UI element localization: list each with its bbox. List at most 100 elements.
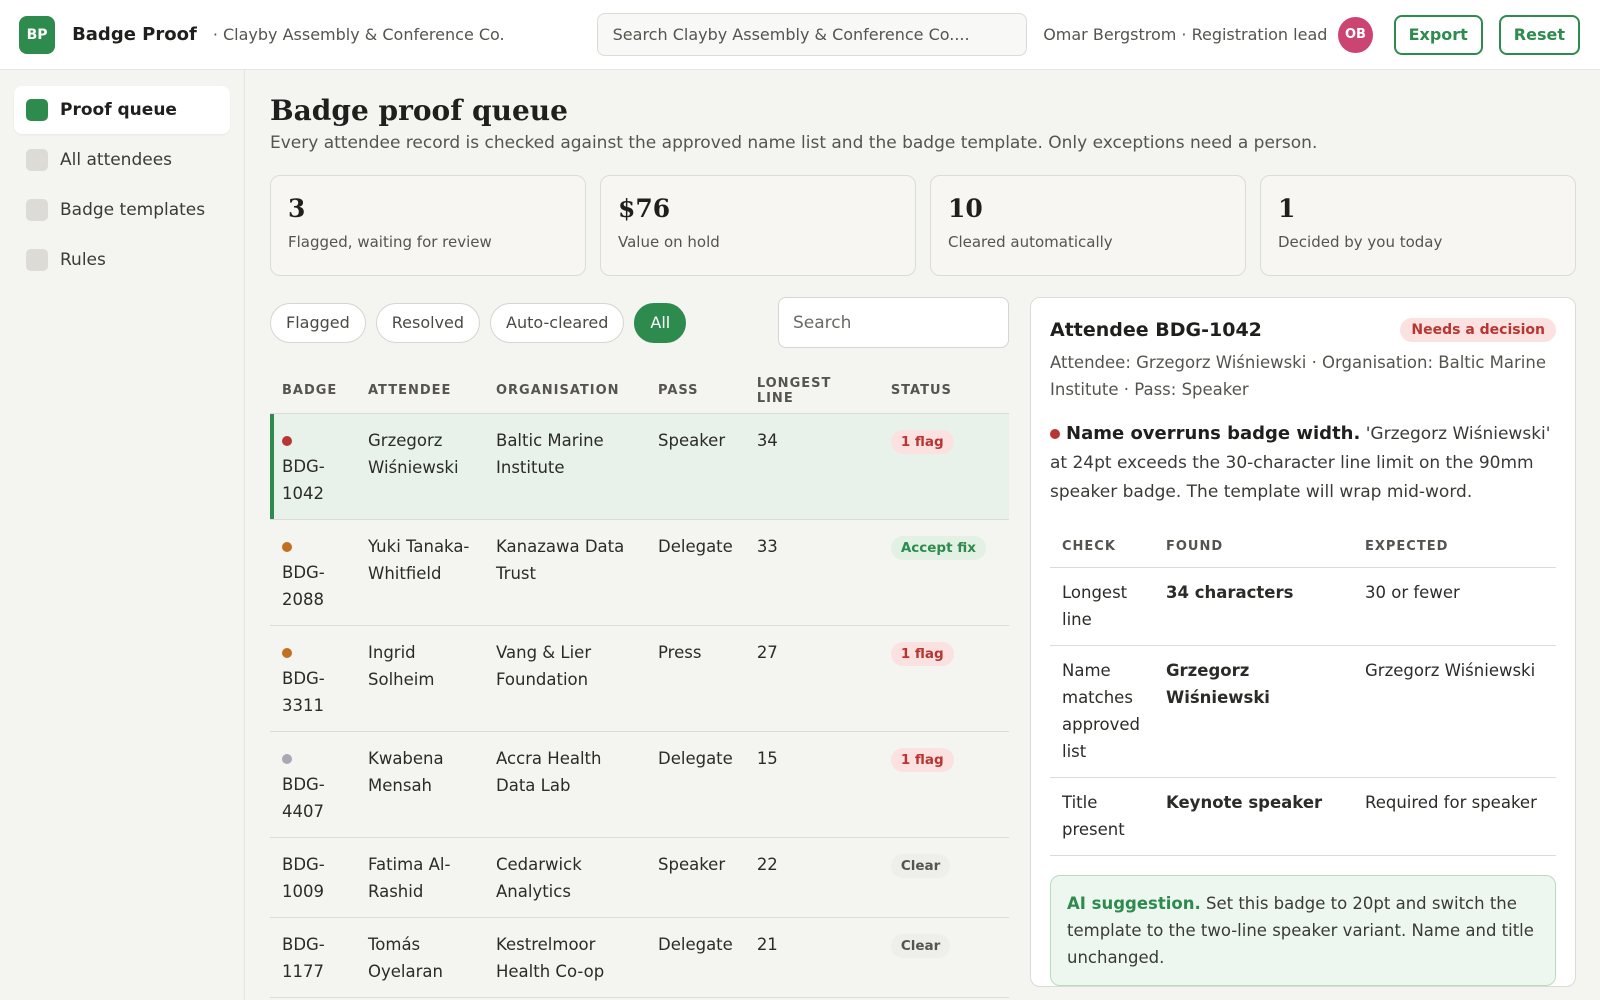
ai-suggestion: AI suggestion. Set this badge to 20pt an… [1050,874,1556,986]
stat-label: Cleared automatically [948,233,1113,251]
avatar[interactable]: OB [1338,16,1373,53]
issue-title: Name overruns badge width. [1066,423,1361,444]
check-table: CHECK FOUND EXPECTED Longest line 34 cha… [1050,527,1556,856]
status-badge: 1 flag [890,747,954,772]
sidebar-item-label: Badge templates [60,200,206,220]
status-dot-icon [282,647,292,658]
table-row[interactable]: BDG-1009 Fatima Al-Rashid Cedarwick Anal… [270,837,1009,918]
filter-chip-resolved[interactable]: Resolved [375,302,481,343]
square-icon [26,249,48,271]
longest-line-cell: 27 [744,625,879,732]
issue-dot-icon [1050,429,1060,439]
organisation-name: · Clayby Assembly & Conference Co. [212,25,505,44]
pass-cell: Speaker [646,837,745,918]
table-header-row: BADGE ATTENDEE ORGANISATION PASS LONGEST… [270,369,1009,414]
check-expected: Required for speaker [1353,777,1556,856]
suggestion-label: AI suggestion. [1067,893,1201,913]
app-logo: BP [19,15,56,54]
badge-id: BDG-1009 [282,854,325,901]
badge-id: BDG-2088 [282,562,325,609]
filter-chip-all[interactable]: All [634,302,687,343]
filter-chip-flagged[interactable]: Flagged [270,302,366,343]
reset-button[interactable]: Reset [1498,14,1580,55]
page-title: Badge proof queue [270,94,568,127]
status-badge: 1 flag [890,429,954,454]
organisation-cell: Kestrelmoor Health Co-op [484,917,646,998]
attendee-detail-panel: Attendee BDG-1042 Needs a decision Atten… [1030,297,1576,987]
status-badge: Clear [890,933,951,958]
table-row[interactable]: BDG-4407 Kwabena Mensah Accra Health Dat… [270,731,1009,838]
column-header-status[interactable]: STATUS [878,369,1009,414]
main-content: Badge proof queue Every attendee record … [245,70,1600,1000]
status-cell: Clear [878,837,1009,918]
filter-chip-auto-cleared[interactable]: Auto-cleared [490,302,625,343]
badge-cell: BDG-3311 [270,625,356,732]
sidebar-item-all-attendees[interactable]: All attendees [14,136,230,184]
column-header-pass[interactable]: PASS [646,369,745,414]
detail-title: Attendee BDG-1042 [1050,319,1262,341]
status-cell: 1 flag [878,413,1009,520]
check-found: Keynote speaker [1154,777,1353,856]
queue-search-input[interactable] [778,297,1009,348]
attendee-cell: Yuki Tanaka-Whitfield [356,519,484,626]
column-header-check: CHECK [1050,527,1154,568]
sidebar-item-rules[interactable]: Rules [14,236,230,284]
sidebar: Proof queue All attendees Badge template… [0,70,245,1000]
organisation-cell: Cedarwick Analytics [484,837,646,918]
stat-label: Value on hold [618,233,720,251]
detail-meta: Attendee: Grzegorz Wiśniewski · Organisa… [1050,353,1546,399]
sidebar-item-label: Proof queue [60,100,177,120]
check-expected: Grzegorz Wiśniewski [1353,645,1556,778]
table-row[interactable]: BDG-1042 Grzegorz Wiśniewski Baltic Mari… [270,413,1009,520]
column-header-attendee[interactable]: ATTENDEE [356,369,484,414]
stat-value: 1 [1278,194,1296,223]
sidebar-item-proof-queue[interactable]: Proof queue [14,86,230,134]
check-row: Longest line 34 characters 30 or fewer [1050,567,1556,646]
organisation-cell: Vang & Lier Foundation [484,625,646,732]
badge-id: BDG-4407 [282,774,325,821]
badge-id: BDG-1042 [282,456,325,503]
attendee-cell: Grzegorz Wiśniewski [356,413,484,520]
sidebar-item-label: All attendees [60,150,173,170]
top-bar: BP Badge Proof · Clayby Assembly & Confe… [0,0,1600,70]
proof-queue: Flagged Resolved Auto-cleared All BADGE … [270,297,1009,998]
square-icon [26,149,48,171]
column-header-longest-line[interactable]: LONGEST LINE [744,369,879,414]
square-icon [26,199,48,221]
export-button[interactable]: Export [1393,14,1483,55]
global-search-input[interactable] [596,13,1028,56]
pass-cell: Press [646,625,745,732]
status-cell: 1 flag [878,625,1009,732]
stat-value: $76 [618,194,671,223]
column-header-badge[interactable]: BADGE [270,369,356,414]
stat-card-flagged: 3 Flagged, waiting for review [270,175,586,276]
badge-cell: BDG-4407 [270,731,356,838]
table-row[interactable]: BDG-1177 Tomás Oyelaran Kestrelmoor Heal… [270,917,1009,998]
check-name: Title present [1050,777,1154,856]
table-header-row: CHECK FOUND EXPECTED [1050,527,1556,568]
organisation-cell: Baltic Marine Institute [484,413,646,520]
check-name: Longest line [1050,567,1154,646]
organisation-cell: Kanazawa Data Trust [484,519,646,626]
sidebar-item-badge-templates[interactable]: Badge templates [14,186,230,234]
decision-badge: Needs a decision [1400,318,1556,342]
table-row[interactable]: BDG-3311 Ingrid Solheim Vang & Lier Foun… [270,625,1009,732]
attendee-cell: Tomás Oyelaran [356,917,484,998]
issue-description: Name overruns badge width. 'Grzegorz Wiś… [1050,419,1556,507]
badge-cell: BDG-1009 [270,837,356,918]
longest-line-cell: 22 [744,837,879,918]
user-name: Omar Bergstrom · Registration lead [1043,25,1328,44]
status-badge: Clear [890,853,951,878]
status-dot-icon [282,435,292,446]
status-cell: Clear [878,917,1009,998]
status-dot-icon [282,753,292,764]
check-name: Name matches approved list [1050,645,1154,778]
table-row[interactable]: BDG-2088 Yuki Tanaka-Whitfield Kanazawa … [270,519,1009,626]
column-header-found: FOUND [1154,527,1353,568]
pass-cell: Delegate [646,519,745,626]
badge-cell: BDG-1042 [270,413,356,520]
column-header-organisation[interactable]: ORGANISATION [484,369,646,414]
attendee-cell: Kwabena Mensah [356,731,484,838]
check-expected: 30 or fewer [1353,567,1556,646]
attendee-cell: Fatima Al-Rashid [356,837,484,918]
